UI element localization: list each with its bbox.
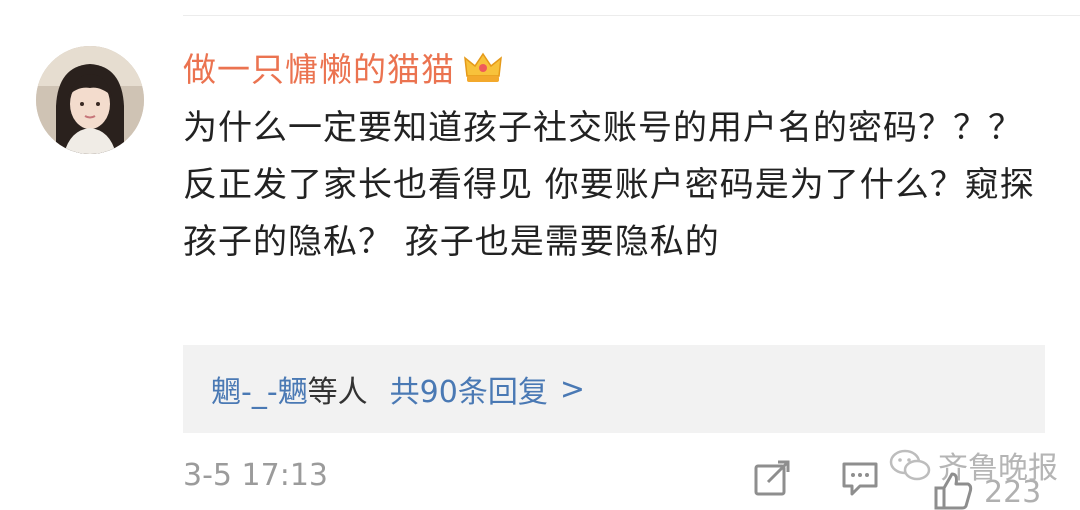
username-row: 做一只慵懒的猫猫 bbox=[183, 44, 503, 90]
reply-summary[interactable]: 魍-_-魉 等人 共90条回复 > bbox=[183, 345, 1045, 433]
watermark: 齐鲁晚报 bbox=[888, 443, 1058, 487]
reply-users[interactable]: 魍-_-魉 bbox=[211, 367, 308, 411]
comment-icon[interactable] bbox=[840, 458, 880, 498]
timestamp: 3-5 17:13 bbox=[183, 458, 328, 493]
top-divider bbox=[183, 15, 1080, 16]
watermark-text: 齐鲁晚报 bbox=[938, 451, 1058, 486]
comment-text: 为什么一定要知道孩子社交账号的用户名的密码？？？ 反正发了家长也看得见 你要账户… bbox=[183, 108, 1035, 262]
chevron-right-icon: > bbox=[559, 371, 585, 407]
crown-icon bbox=[463, 50, 503, 84]
wechat-icon bbox=[888, 445, 932, 485]
reply-count-link[interactable]: 共90条回复 bbox=[390, 367, 548, 411]
share-icon[interactable] bbox=[752, 458, 792, 498]
username[interactable]: 做一只慵懒的猫猫 bbox=[183, 43, 455, 91]
reply-users-suffix: 等人 bbox=[307, 375, 368, 410]
avatar[interactable] bbox=[36, 46, 144, 154]
